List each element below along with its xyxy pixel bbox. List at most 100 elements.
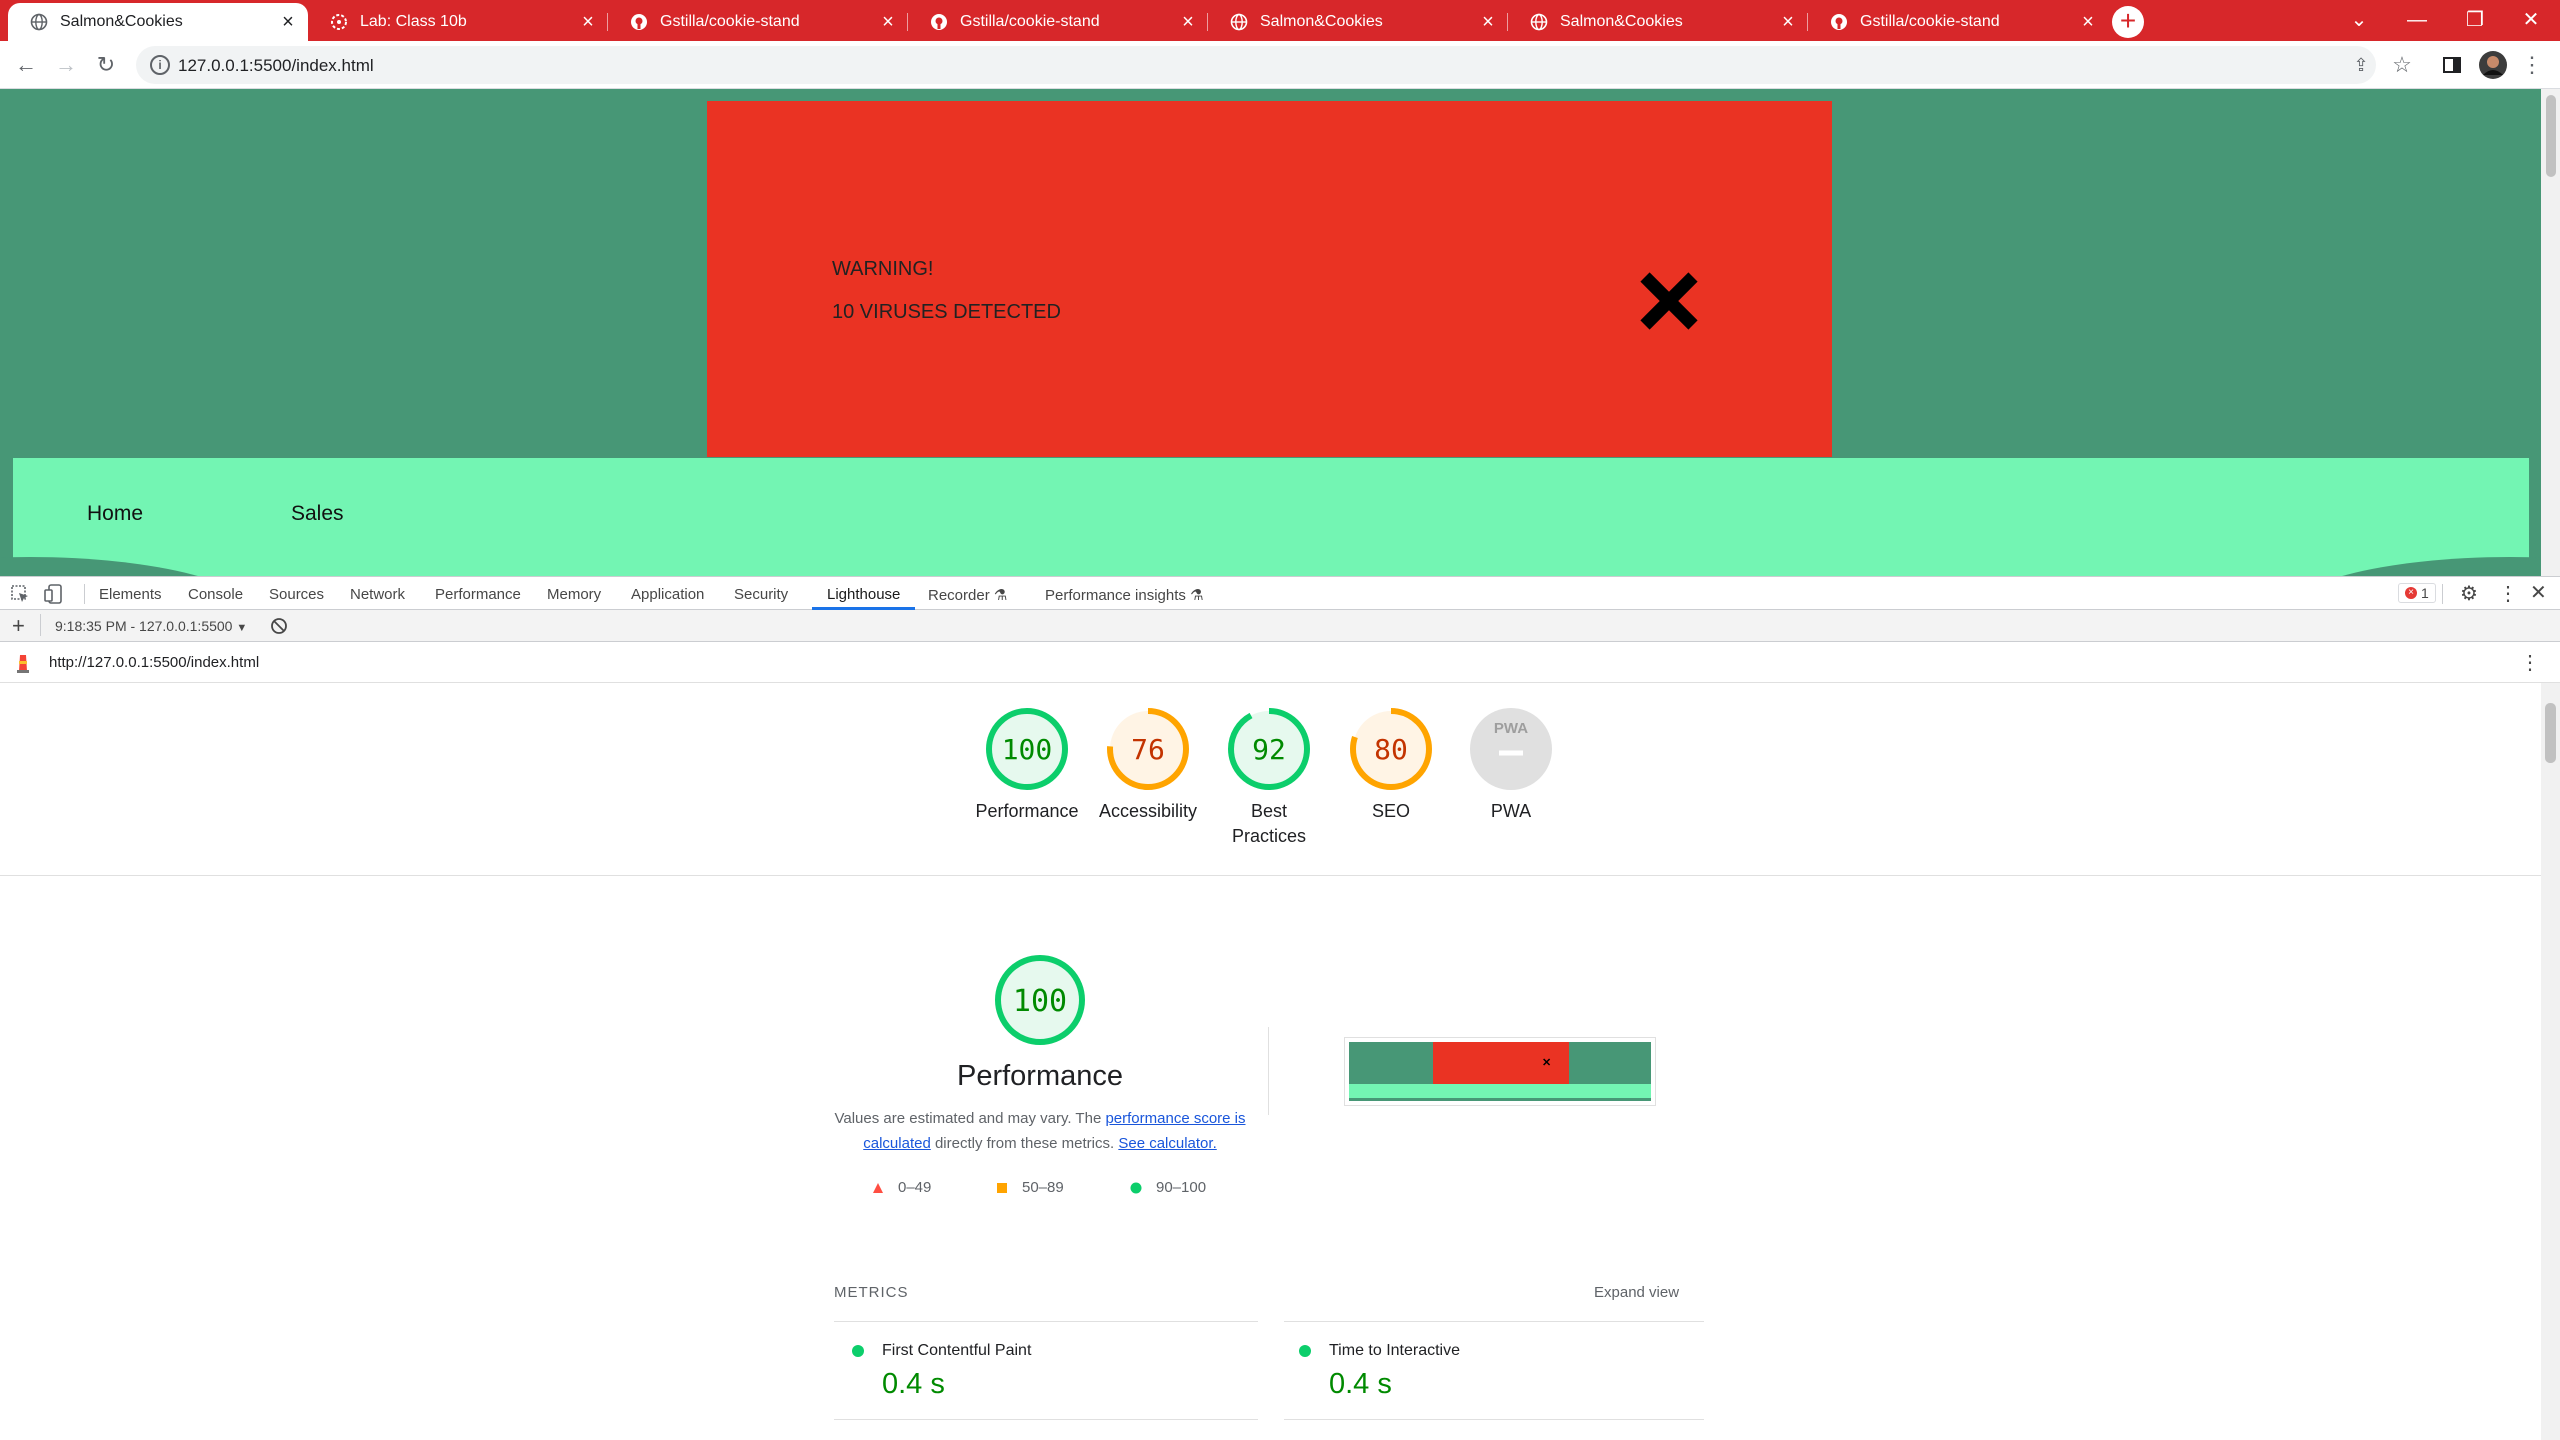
nav-home-link[interactable]: Home [87, 502, 143, 526]
gauge-ring: 76 [1107, 708, 1189, 790]
new-tab-button[interactable]: + [2112, 6, 2144, 38]
tab-network[interactable]: Network [350, 586, 405, 603]
tab-title: Lab: Class 10b [360, 13, 467, 30]
tab-sources[interactable]: Sources [269, 586, 324, 603]
browser-tab[interactable]: Salmon&Cookies × [1508, 3, 1808, 41]
close-icon[interactable]: × [2078, 12, 2098, 32]
see-calculator-link[interactable]: See calculator. [1118, 1135, 1216, 1152]
tab-strip: Salmon&Cookies × Lab: Class 10b × Gstill… [0, 0, 2560, 41]
close-icon[interactable]: × [578, 12, 598, 32]
close-icon[interactable]: × [1178, 12, 1198, 32]
tab-performance-insights[interactable]: Performance insights ⚗ [1045, 586, 1204, 604]
tab-recorder[interactable]: Recorder ⚗ [928, 586, 1007, 604]
minimize-button[interactable]: — [2388, 0, 2446, 41]
gauge-score: 92 [1252, 733, 1286, 766]
github-icon [930, 13, 948, 31]
tab-title: Gstilla/cookie-stand [1860, 13, 2000, 30]
tab-application[interactable]: Application [631, 586, 704, 603]
share-icon[interactable]: ⇪ [2345, 49, 2377, 81]
restore-button[interactable]: ❐ [2446, 0, 2504, 41]
close-icon[interactable]: × [278, 12, 298, 32]
close-icon[interactable]: × [1778, 12, 1798, 32]
tab-search-icon[interactable]: ⌄ [2330, 0, 2388, 41]
settings-gear-icon[interactable]: ⚙ [2460, 581, 2478, 606]
divider [84, 584, 85, 604]
close-icon[interactable]: × [1478, 12, 1498, 32]
report-scrollbar[interactable] [2541, 683, 2560, 1440]
divider [834, 1419, 1258, 1420]
gauge-score: 76 [1131, 733, 1165, 766]
expand-view-toggle[interactable]: Expand view [1594, 1284, 1679, 1301]
tab-performance[interactable]: Performance [435, 586, 521, 603]
browser-tab[interactable]: Gstilla/cookie-stand × [608, 3, 908, 41]
kebab-menu-icon[interactable]: ⋮ [2516, 49, 2548, 81]
globe-icon [30, 13, 48, 31]
legend-range: 50–89 [1022, 1179, 1064, 1196]
address-bar[interactable]: i 127.0.0.1:5500/index.html [136, 46, 2376, 84]
tab-title: Salmon&Cookies [1560, 13, 1683, 30]
tab-lighthouse[interactable]: Lighthouse [827, 586, 900, 603]
score-gauge-best-practices[interactable]: 92 Best Practices [1209, 707, 1329, 849]
error-counter[interactable]: × 1 [2398, 583, 2436, 603]
page-scrollbar[interactable] [2541, 89, 2560, 576]
bookmark-star-icon[interactable]: ☆ [2386, 49, 2418, 81]
gauge-score: 100 [1002, 733, 1053, 766]
virus-warning-banner: WARNING! 10 VIRUSES DETECTED [707, 101, 1832, 457]
tab-memory[interactable]: Memory [547, 586, 601, 603]
reload-icon[interactable]: ↻ [90, 49, 122, 81]
legend-range: 0–49 [898, 1179, 932, 1196]
gauge-label: SEO [1371, 801, 1410, 821]
inspect-element-icon[interactable] [10, 584, 30, 609]
close-window-button[interactable]: ✕ [2502, 0, 2560, 41]
profile-avatar[interactable] [2477, 49, 2509, 81]
info-icon[interactable]: i [150, 55, 170, 75]
score-gauge-accessibility[interactable]: 76 Accessibility [1088, 707, 1208, 824]
tab-console[interactable]: Console [188, 586, 243, 603]
page-viewport: WARNING! 10 VIRUSES DETECTED Home Sales [0, 89, 2541, 576]
performance-heading: Performance [956, 1060, 1123, 1092]
divider [1268, 1027, 1269, 1115]
triangle-icon [873, 1182, 883, 1193]
devtools-menu-icon[interactable]: ⋮ [2498, 581, 2518, 606]
canvas-icon [330, 13, 348, 31]
new-report-plus-icon[interactable]: + [12, 613, 25, 639]
tab-recorder-label: Recorder [928, 587, 990, 604]
scrollbar-thumb[interactable] [2545, 703, 2556, 763]
dropdown-arrow-icon: ▼ [236, 622, 248, 634]
back-icon[interactable]: ← [10, 49, 42, 81]
browser-tab[interactable]: Gstilla/cookie-stand × [908, 3, 1208, 41]
scrollbar-thumb[interactable] [2546, 95, 2556, 177]
report-url[interactable]: http://127.0.0.1:5500/index.html [49, 654, 259, 671]
score-gauge-performance[interactable]: 100 Performance [967, 707, 1087, 824]
browser-toolbar: ← → ↻ i 127.0.0.1:5500/index.html ⇪ ☆ ⋮ [0, 41, 2560, 89]
browser-tab[interactable]: Lab: Class 10b × [308, 3, 608, 41]
device-toolbar-icon[interactable] [44, 584, 64, 609]
thumbnail-page: ✕ [1349, 1042, 1651, 1101]
github-icon [630, 13, 648, 31]
close-x-icon[interactable] [1637, 269, 1701, 333]
score-gauge-pwa[interactable]: PWA PWA [1451, 707, 1571, 824]
final-screenshot-thumbnail[interactable]: ✕ [1344, 1037, 1656, 1106]
close-icon[interactable]: × [878, 12, 898, 32]
report-menu-icon[interactable]: ⋮ [2520, 650, 2540, 675]
address-text[interactable]: 127.0.0.1:5500/index.html [178, 56, 374, 76]
browser-tab[interactable]: Gstilla/cookie-stand × [1808, 3, 2108, 41]
nav-sales-link[interactable]: Sales [291, 502, 344, 526]
browser-tab[interactable]: Salmon&Cookies × [1208, 3, 1508, 41]
forward-icon[interactable]: → [50, 49, 82, 81]
tab-security[interactable]: Security [734, 586, 788, 603]
metric-value: 0.4 s [1329, 1368, 1392, 1400]
browser-tab[interactable]: Salmon&Cookies × [8, 3, 308, 41]
tab-elements[interactable]: Elements [99, 586, 162, 603]
divider [0, 875, 2541, 876]
score-gauge-seo[interactable]: 80 SEO [1331, 707, 1451, 824]
square-icon [997, 1182, 1007, 1193]
divider [834, 1321, 1258, 1322]
side-panel-icon[interactable] [2436, 49, 2468, 81]
clear-reports-icon[interactable] [270, 617, 288, 640]
pwa-badge-text: PWA [1494, 720, 1528, 737]
legend-pass: 90–100 [1130, 1179, 1206, 1196]
close-devtools-icon[interactable]: ✕ [2530, 580, 2547, 605]
report-selector[interactable]: 9:18:35 PM - 127.0.0.1:5500 ▼ [55, 618, 247, 634]
tab-title: Salmon&Cookies [60, 13, 183, 30]
